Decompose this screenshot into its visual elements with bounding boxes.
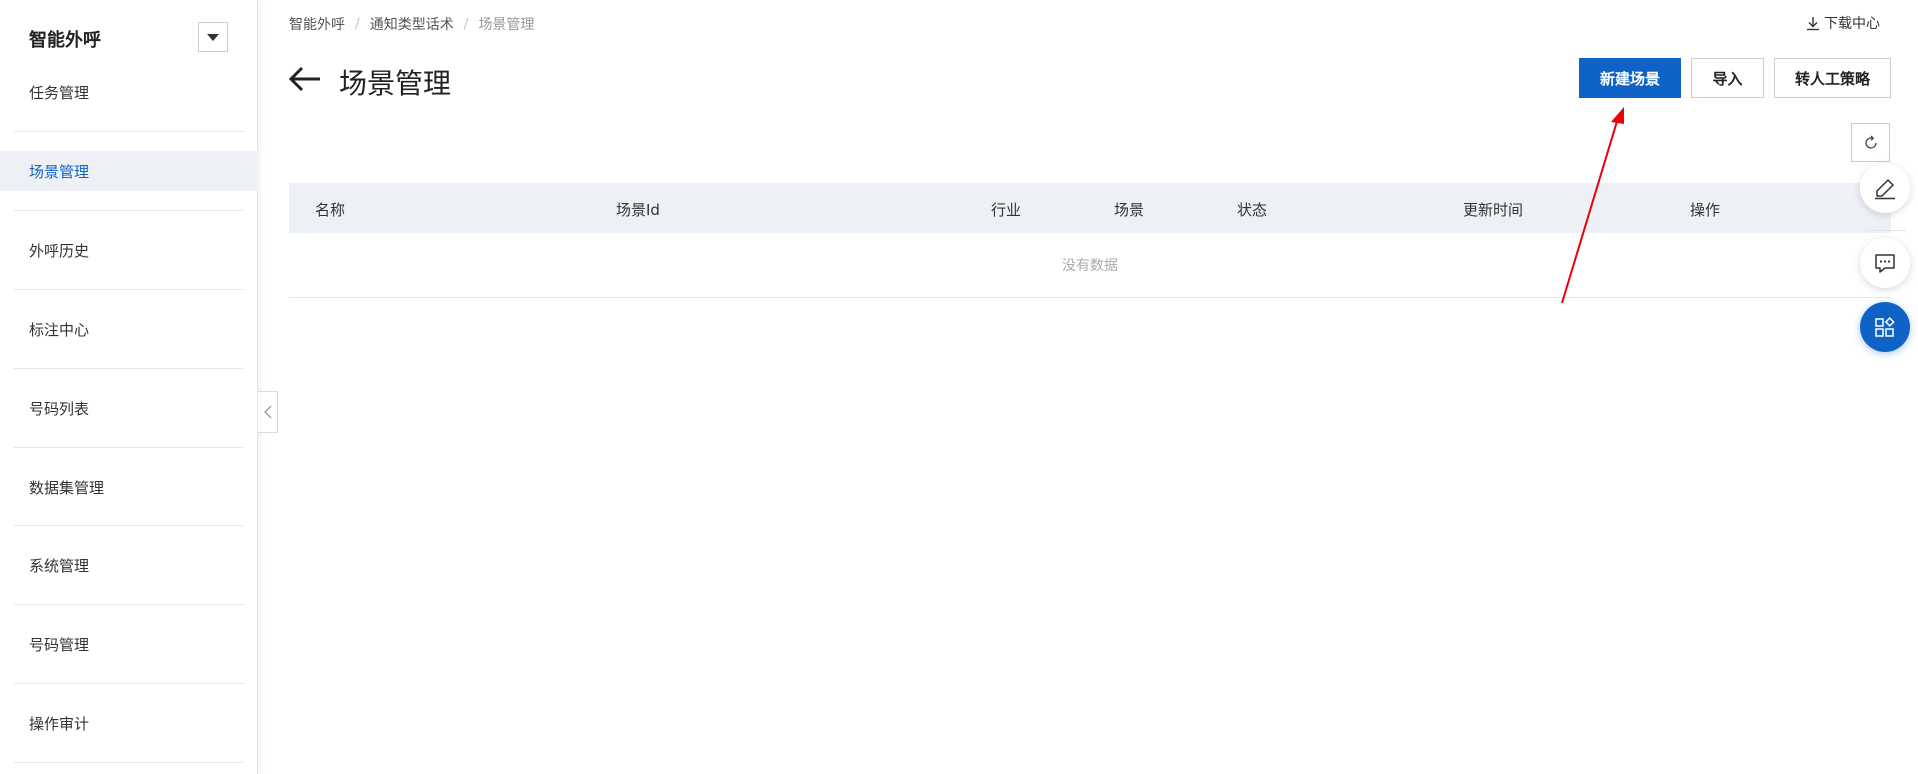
sidebar-item-number-management[interactable]: 号码管理 [0,624,258,664]
sidebar-dropdown-button[interactable] [198,22,228,52]
divider [14,368,244,369]
sidebar-title: 智能外呼 [29,30,101,51]
sidebar-item-label: 标注中心 [29,320,90,339]
chat-icon [1875,254,1895,273]
new-scene-button[interactable]: 新建场景 [1579,58,1681,98]
divider [14,131,244,132]
divider [14,289,244,290]
apps-icon [1875,317,1895,337]
sidebar-item-label: 数据集管理 [29,478,105,497]
sidebar-item-label: 号码管理 [29,635,90,654]
sidebar-item-label: 操作审计 [29,714,90,733]
column-header-actions: 操作 [1690,201,1721,219]
sidebar-item-label: 任务管理 [29,83,90,102]
divider [14,210,244,211]
sidebar-collapse-handle[interactable] [258,391,278,433]
divider [14,447,244,448]
feedback-float-button[interactable] [1860,238,1910,288]
table-empty-state: 没有数据 [289,233,1891,298]
sidebar-item-label: 外呼历史 [29,241,90,260]
download-center-link[interactable]: 下载中心 [1805,13,1880,33]
column-header-scene: 场景 [1114,201,1145,219]
sidebar-item-call-history[interactable]: 外呼历史 [0,230,258,270]
column-header-status: 状态 [1237,201,1268,219]
download-icon [1807,17,1819,31]
edit-float-button[interactable] [1860,163,1910,213]
sidebar-item-label: 场景管理 [29,162,90,181]
breadcrumb-item-smart-call[interactable]: 智能外呼 [289,14,345,34]
sidebar-item-label: 号码列表 [29,399,90,418]
transfer-strategy-button[interactable]: 转人工策略 [1774,58,1891,98]
refresh-button[interactable] [1851,123,1890,162]
back-button[interactable] [287,64,323,94]
sidebar-header: 智能外呼 [0,0,258,74]
back-arrow-icon [288,66,320,92]
sidebar: 智能外呼 任务管理 场景管理 外呼历史 标注中心 号码列表 数据集管理 系统管理… [0,0,258,774]
sidebar-item-system-management[interactable]: 系统管理 [0,545,258,585]
import-button[interactable]: 导入 [1691,58,1764,98]
breadcrumb-item-current: 场景管理 [478,17,535,33]
sidebar-item-operation-audit[interactable]: 操作审计 [0,703,258,743]
sidebar-item-annotation-center[interactable]: 标注中心 [0,309,258,349]
column-header-name: 名称 [315,201,346,219]
breadcrumb-item-notification-script[interactable]: 通知类型话术 [370,14,454,34]
chevron-left-icon [263,405,271,419]
table-header: 名称 场景Id 行业 场景 状态 更新时间 操作 [289,183,1891,233]
pencil-icon [1875,179,1895,200]
divider [14,683,244,684]
chevron-down-icon [207,33,219,41]
divider [1866,230,1906,231]
column-header-updated-time: 更新时间 [1463,201,1524,219]
sidebar-item-number-list[interactable]: 号码列表 [0,388,258,428]
breadcrumb-separator: / [463,16,469,32]
page-title: 场景管理 [339,67,452,100]
column-header-scene-id: 场景Id [616,201,660,219]
divider [14,525,244,526]
scene-table: 名称 场景Id 行业 场景 状态 更新时间 操作 没有数据 [289,183,1891,298]
annotation-arrow [1561,107,1624,304]
divider [14,604,244,605]
sidebar-item-label: 系统管理 [29,556,90,575]
breadcrumb-separator: / [355,16,360,32]
apps-float-button[interactable] [1860,302,1910,352]
sidebar-item-dataset-management[interactable]: 数据集管理 [0,467,258,507]
breadcrumb: 智能外呼 / 通知类型话术 / 场景管理 [289,14,534,34]
app-root: 智能外呼 任务管理 场景管理 外呼历史 标注中心 号码列表 数据集管理 系统管理… [0,0,1918,774]
refresh-icon [1864,135,1877,149]
download-center-label: 下载中心 [1824,16,1880,32]
divider [14,762,244,763]
sidebar-item-task-management[interactable]: 任务管理 [0,72,258,112]
column-header-industry: 行业 [991,201,1022,219]
sidebar-item-scene-management[interactable]: 场景管理 [0,151,258,191]
